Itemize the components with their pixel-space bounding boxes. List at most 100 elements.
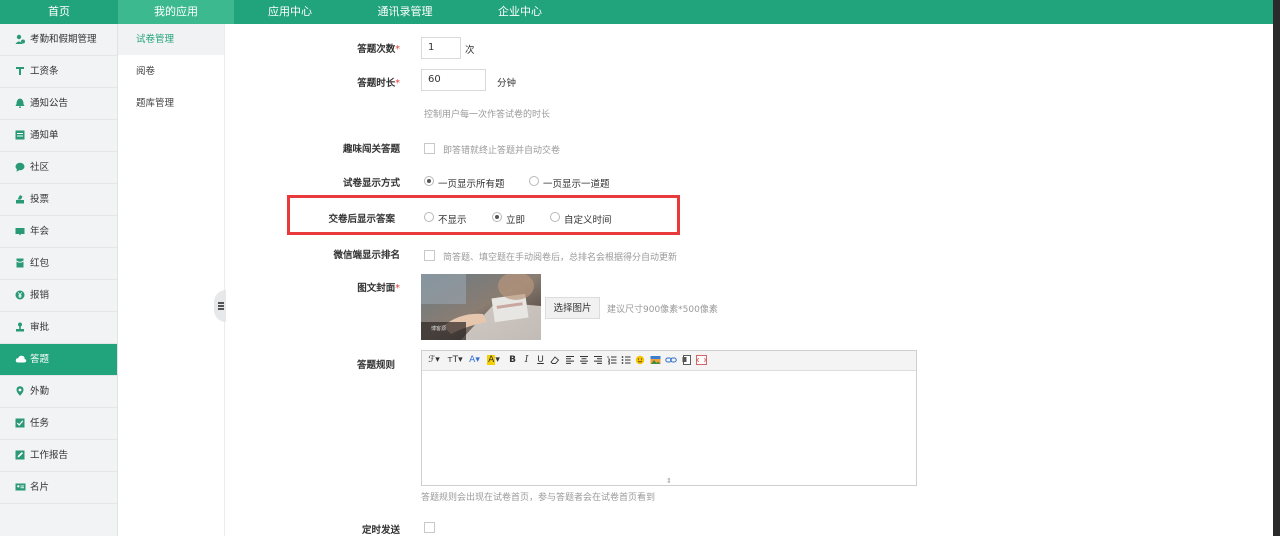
attempts-unit: 次 xyxy=(465,45,475,56)
sidebar-item-label: 考勤和假期管理 xyxy=(30,34,97,45)
sidebar-item-work-report[interactable]: 工作报告 xyxy=(0,440,117,472)
highlight-icon[interactable]: A▾ xyxy=(486,355,501,366)
red-packet-icon xyxy=(15,258,25,268)
submenu: 试卷管理 阅卷 题库管理 xyxy=(118,24,225,536)
sidebar-item-tasks[interactable]: 任务 xyxy=(0,408,117,440)
align-right-icon[interactable] xyxy=(593,355,603,366)
sidebar-item-approval[interactable]: 审批 xyxy=(0,312,117,344)
sidebar-item-label: 工资条 xyxy=(30,66,59,77)
submenu-item-exam-management[interactable]: 试卷管理 xyxy=(118,24,224,55)
notice-icon xyxy=(15,130,25,140)
editor-content-area[interactable] xyxy=(422,371,916,477)
menu-lines-icon xyxy=(218,302,224,304)
sidebar: 考勤和假期管理 工资条 通知公告 通知单 社区 投票 年会 红包 报销 审批 答… xyxy=(0,24,118,536)
cover-size-hint: 建议尺寸900像素*500像素 xyxy=(607,305,718,315)
editor-toolbar: ℱ▾ ᴛT▾ A▾ A▾ B I U xyxy=(422,351,916,371)
wechat-rank-text: 简答题、填空题在手动阅卷后，总排名会根据得分自动更新 xyxy=(443,253,678,263)
fun-pass-label: 趣味闯关答题 xyxy=(342,144,400,155)
show-answer-option-none: 不显示 xyxy=(438,215,467,226)
sidebar-item-label: 通知单 xyxy=(30,130,59,141)
show-answer-option-custom: 自定义时间 xyxy=(564,215,612,226)
scheduled-send-checkbox[interactable] xyxy=(424,522,435,533)
sidebar-item-salary[interactable]: 工资条 xyxy=(0,56,117,88)
font-size-icon[interactable]: ᴛT▾ xyxy=(447,355,463,366)
attempts-label: 答题次数* xyxy=(357,44,400,55)
font-family-icon[interactable]: ℱ▾ xyxy=(427,355,441,366)
sidebar-item-label: 任务 xyxy=(30,418,50,429)
fun-pass-checkbox[interactable] xyxy=(424,143,435,154)
user-clock-icon xyxy=(15,34,25,44)
bold-icon[interactable]: B xyxy=(508,355,517,366)
wechat-rank-label: 微信端显示排名 xyxy=(333,250,400,261)
align-left-icon[interactable] xyxy=(565,355,575,366)
scheduled-send-label: 定时发送 xyxy=(361,525,400,536)
resize-handle-icon[interactable]: ⇕ xyxy=(666,478,674,485)
fun-pass-text: 即答错就终止答题并自动交卷 xyxy=(443,146,561,156)
sidebar-item-attendance[interactable]: 考勤和假期管理 xyxy=(0,24,117,56)
report-edit-icon xyxy=(15,450,25,460)
submenu-item-question-bank[interactable]: 题库管理 xyxy=(118,88,224,119)
sidebar-item-label: 工作报告 xyxy=(30,450,69,461)
business-card-icon xyxy=(15,482,26,492)
collapse-panel-handle[interactable] xyxy=(214,290,226,322)
eraser-icon[interactable] xyxy=(550,355,560,366)
cloud-icon xyxy=(15,354,27,364)
display-mode-option-all: 一页显示所有题 xyxy=(438,179,505,190)
show-answer-radio-none[interactable] xyxy=(424,212,434,222)
chat-icon xyxy=(15,162,25,172)
show-answer-option-immediate: 立即 xyxy=(506,215,526,226)
rules-hint: 答题规则会出现在试卷首页，参与答题者会在试卷首页看到 xyxy=(421,493,656,503)
sidebar-item-notice-form[interactable]: 通知单 xyxy=(0,120,117,152)
duration-label: 答题时长* xyxy=(357,78,400,89)
attempts-input[interactable]: 1 xyxy=(421,37,461,59)
cover-image[interactable]: 博客源 xyxy=(421,274,541,340)
emoji-icon[interactable] xyxy=(635,355,645,366)
italic-icon[interactable]: I xyxy=(522,355,531,366)
sidebar-item-business-card[interactable]: 名片 xyxy=(0,472,117,504)
display-mode-radio-single[interactable] xyxy=(529,176,539,186)
sidebar-item-community[interactable]: 社区 xyxy=(0,152,117,184)
sidebar-item-quiz[interactable]: 答题 xyxy=(0,344,117,376)
nav-home[interactable]: 首页 xyxy=(0,0,118,24)
sidebar-item-announcements[interactable]: 通知公告 xyxy=(0,88,117,120)
sidebar-item-annual-party[interactable]: 年会 xyxy=(0,216,117,248)
submenu-item-grading[interactable]: 阅卷 xyxy=(118,56,224,87)
location-pin-icon xyxy=(15,386,25,396)
banner-icon xyxy=(15,226,25,236)
display-mode-label: 试卷显示方式 xyxy=(342,178,400,189)
wechat-rank-checkbox[interactable] xyxy=(424,250,435,261)
ordered-list-icon[interactable] xyxy=(607,355,617,366)
unordered-list-icon[interactable] xyxy=(621,355,631,366)
sidebar-item-label: 社区 xyxy=(30,162,50,173)
link-icon[interactable] xyxy=(665,355,677,366)
display-mode-radio-all[interactable] xyxy=(424,176,434,186)
sidebar-item-label: 名片 xyxy=(30,482,50,493)
nav-my-apps[interactable]: 我的应用 xyxy=(118,0,234,24)
show-answer-radio-custom[interactable] xyxy=(550,212,560,222)
approve-icon xyxy=(15,322,25,332)
rules-label: 答题规则 xyxy=(356,360,395,371)
sidebar-item-label: 审批 xyxy=(30,322,50,333)
sidebar-item-red-packet[interactable]: 红包 xyxy=(0,248,117,280)
image-icon[interactable] xyxy=(650,355,661,366)
document-icon[interactable] xyxy=(681,355,692,366)
duration-input[interactable]: 60 xyxy=(421,69,486,91)
html-source-icon[interactable] xyxy=(696,355,707,366)
choose-image-button[interactable]: 选择图片 xyxy=(545,297,600,319)
app-frame: 首页 我的应用 应用中心 通讯录管理 企业中心 考勤和假期管理 工资条 通知公告… xyxy=(0,0,1273,536)
show-answer-radio-immediate[interactable] xyxy=(492,212,502,222)
task-check-icon xyxy=(15,418,25,428)
nav-enterprise-center[interactable]: 企业中心 xyxy=(464,0,576,24)
sidebar-item-label: 通知公告 xyxy=(30,98,69,109)
sidebar-item-reimbursement[interactable]: 报销 xyxy=(0,280,117,312)
coin-icon xyxy=(15,290,25,300)
duration-hint: 控制用户每一次作答试卷的时长 xyxy=(424,110,551,120)
sidebar-item-field-work[interactable]: 外勤 xyxy=(0,376,117,408)
top-nav: 首页 我的应用 应用中心 通讯录管理 企业中心 xyxy=(0,0,1273,24)
rules-editor: ℱ▾ ᴛT▾ A▾ A▾ B I U ⇕ xyxy=(421,350,917,486)
font-color-icon[interactable]: A▾ xyxy=(468,355,481,366)
sidebar-item-vote[interactable]: 投票 xyxy=(0,184,117,216)
align-center-icon[interactable] xyxy=(579,355,589,366)
underline-icon[interactable]: U xyxy=(536,355,545,366)
form-labels: 答题次数* 答题时长* 趣味闯关答题 试卷显示方式 微信端显示排名 图文封面* … xyxy=(300,0,400,536)
